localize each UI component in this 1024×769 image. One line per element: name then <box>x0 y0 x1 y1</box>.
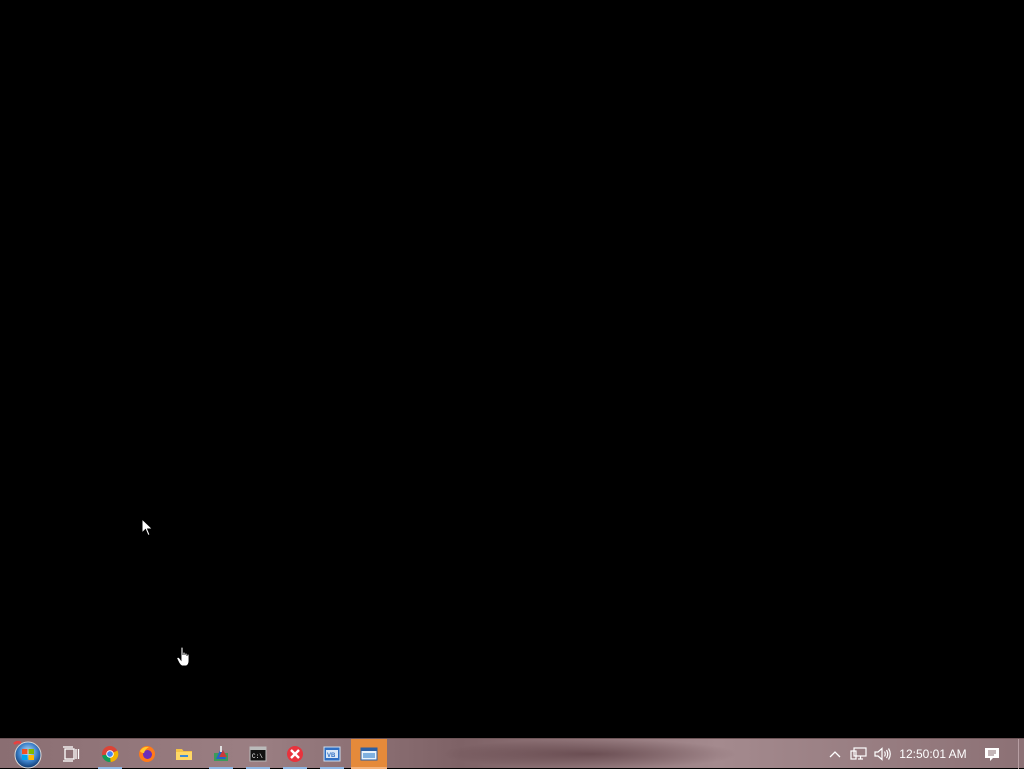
chrome-button[interactable] <box>92 739 128 769</box>
volume-icon <box>874 747 891 761</box>
show-hidden-icons-button[interactable] <box>826 739 844 769</box>
paint-app-button[interactable] <box>203 739 239 769</box>
firefox-icon <box>139 746 155 762</box>
action-center-button[interactable] <box>980 739 1004 769</box>
command-prompt-button[interactable]: C:\ <box>240 739 276 769</box>
desktop[interactable] <box>0 0 1024 738</box>
xmind-button[interactable] <box>277 739 313 769</box>
taskbar-wallpaper-shading <box>440 739 740 769</box>
action-center-icon <box>985 747 999 761</box>
show-desktop-button[interactable] <box>1018 739 1024 769</box>
svg-text:VB: VB <box>327 753 336 759</box>
hand-cursor-icon <box>176 646 190 667</box>
firefox-button[interactable] <box>129 739 165 769</box>
svg-text:C:\: C:\ <box>252 753 263 760</box>
paint-icon <box>214 746 228 761</box>
folder-icon <box>176 749 192 760</box>
task-view-button[interactable] <box>53 739 89 769</box>
file-explorer-button[interactable] <box>166 739 202 769</box>
network-icon <box>850 747 867 760</box>
xmind-icon <box>287 746 303 762</box>
active-window-button[interactable] <box>351 739 387 769</box>
chevron-up-icon <box>829 751 841 758</box>
volume-control[interactable] <box>872 739 894 769</box>
arrow-cursor-icon <box>141 518 154 537</box>
vb-app-button[interactable]: VB <box>314 739 350 769</box>
start-button[interactable] <box>8 739 46 769</box>
system-clock[interactable]: 12:50:01 AM <box>896 739 970 769</box>
windows-orb-icon <box>13 740 42 769</box>
cmd-icon: C:\ <box>249 746 267 762</box>
network-status[interactable] <box>848 739 870 769</box>
task-view-icon <box>63 746 80 762</box>
clock-text: 12:50:01 AM <box>899 747 967 761</box>
vb-icon: VB <box>323 746 341 762</box>
window-app-icon <box>360 747 378 761</box>
chrome-icon <box>102 746 119 763</box>
taskbar: C:\ VB 12:50:01 AM <box>0 738 1024 769</box>
